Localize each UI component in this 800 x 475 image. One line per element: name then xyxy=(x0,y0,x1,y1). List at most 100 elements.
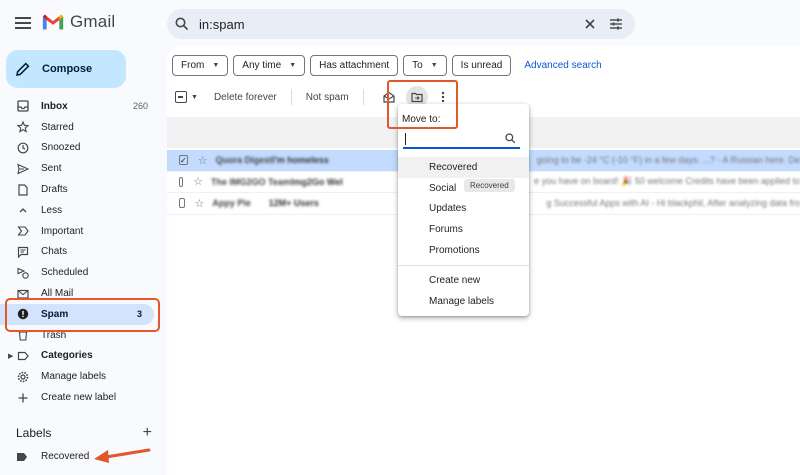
inbox-icon xyxy=(16,99,30,113)
main-menu-button[interactable] xyxy=(12,14,34,34)
star-icon[interactable]: ☆ xyxy=(198,154,208,167)
caret-down-icon: ▼ xyxy=(430,62,438,69)
move-to-search-input[interactable] xyxy=(403,131,520,149)
delete-forever-button[interactable]: Delete forever xyxy=(214,92,277,103)
pencil-icon xyxy=(6,61,40,77)
sidebar-item-label: Drafts xyxy=(41,184,68,196)
sidebar-item-important[interactable]: Important xyxy=(0,221,160,242)
email-subject: 12M+ Users xyxy=(268,198,319,209)
star-icon[interactable]: ☆ xyxy=(193,175,203,188)
filter-to-chip[interactable]: To ▼ xyxy=(403,55,447,76)
star-icon xyxy=(16,120,30,134)
sidebar-item-chats[interactable]: Chats xyxy=(0,242,160,263)
search-bar[interactable]: in:spam xyxy=(167,9,635,39)
caret-down-icon: ▼ xyxy=(212,62,220,69)
filter-from-chip[interactable]: From ▼ xyxy=(172,55,229,76)
manage-labels-item[interactable]: Manage labels xyxy=(398,291,529,312)
send-icon xyxy=(16,162,30,176)
chat-icon xyxy=(16,245,30,259)
email-sender: Quora Digest xyxy=(215,155,273,166)
gmail-logo[interactable]: Gmail xyxy=(42,12,115,32)
scheduled-icon xyxy=(16,266,30,280)
sidebar-item-label: Snoozed xyxy=(41,142,81,154)
draft-icon xyxy=(16,183,30,197)
row-checkbox[interactable] xyxy=(179,198,185,209)
caret-down-icon: ▼ xyxy=(289,62,297,69)
toolbar-divider xyxy=(362,89,364,105)
sidebar-item-starred[interactable]: Starred xyxy=(0,117,160,138)
search-input[interactable]: in:spam xyxy=(197,17,577,32)
add-label-icon[interactable]: + xyxy=(143,424,152,442)
not-spam-button[interactable]: Not spam xyxy=(306,92,349,103)
move-to-item-forums[interactable]: Forums xyxy=(398,219,529,240)
sidebar-item-manage-labels[interactable]: Manage labels xyxy=(0,366,160,387)
chevron-up-icon xyxy=(16,203,30,217)
sidebar-item-categories[interactable]: ▶ Categories xyxy=(0,346,160,367)
toolbar-divider xyxy=(290,89,292,105)
search-icon[interactable] xyxy=(167,9,197,39)
sidebar-item-label: Less xyxy=(41,204,63,216)
clear-search-icon[interactable] xyxy=(577,11,603,37)
annotation-box-move-to xyxy=(387,80,458,129)
sidebar-item-scheduled[interactable]: Scheduled xyxy=(0,262,160,283)
sidebar-item-drafts[interactable]: Drafts xyxy=(0,179,160,200)
search-filter-chips: From ▼ Any time ▼ Has attachment To ▼ Is un… xyxy=(172,55,602,76)
app-name: Gmail xyxy=(70,12,116,31)
email-subject: Img2Go Wel xyxy=(290,176,343,187)
text-cursor xyxy=(405,133,406,145)
select-all-checkbox[interactable] xyxy=(175,91,187,103)
chip-label: To xyxy=(412,60,423,71)
plus-icon xyxy=(16,391,30,405)
compose-label: Compose xyxy=(42,63,93,75)
search-icon xyxy=(505,133,516,144)
sidebar-item-less[interactable]: Less xyxy=(0,200,160,221)
annotation-box-spam xyxy=(5,298,160,332)
sidebar-item-inbox[interactable]: Inbox 260 xyxy=(0,96,160,117)
sidebar-item-label: Categories xyxy=(41,350,93,362)
filter-has-attachment-chip[interactable]: Has attachment xyxy=(310,55,399,76)
move-to-menu: Move to: Recovered Social Updates Forums… xyxy=(398,104,529,316)
row-checkbox[interactable] xyxy=(179,176,184,187)
sidebar-item-label: Inbox xyxy=(41,100,68,112)
sidebar-item-label: Scheduled xyxy=(41,267,89,279)
hover-tooltip: Recovered xyxy=(464,179,515,192)
label-item-label: Recovered xyxy=(41,451,90,462)
caret-right-icon[interactable]: ▶ xyxy=(8,352,13,360)
move-to-item-updates[interactable]: Updates xyxy=(398,199,529,220)
sidebar-nav: Inbox 260 Starred Snoozed Sent Drafts Le… xyxy=(0,96,160,408)
sidebar-item-sent[interactable]: Sent xyxy=(0,158,160,179)
labels-section-header: Labels + xyxy=(16,424,152,442)
sidebar-item-label: Chats xyxy=(41,246,68,258)
chip-label: Has attachment xyxy=(319,60,390,71)
filter-is-unread-chip[interactable]: Is unread xyxy=(451,55,512,76)
label-tag-icon xyxy=(16,452,30,462)
sidebar-item-label: Important xyxy=(41,225,84,237)
email-sender: The IMG2GO Team xyxy=(211,176,291,187)
advanced-search-link[interactable]: Advanced search xyxy=(524,60,601,71)
search-options-icon[interactable] xyxy=(603,11,629,37)
email-sender: Appy Pie xyxy=(212,198,251,209)
compose-button[interactable]: Compose xyxy=(6,50,126,88)
menu-divider xyxy=(398,264,529,266)
filter-any-time-chip[interactable]: Any time ▼ xyxy=(233,55,306,76)
gmail-m-icon xyxy=(42,14,64,30)
sidebar-item-count: 260 xyxy=(132,101,148,112)
annotation-arrow xyxy=(94,448,151,463)
select-dropdown-icon[interactable]: ▼ xyxy=(191,94,198,101)
email-subject: I'm homeless xyxy=(272,155,329,166)
sidebar-item-label: Create new label xyxy=(41,392,117,404)
star-icon[interactable]: ☆ xyxy=(195,197,205,210)
clock-icon xyxy=(16,141,30,155)
sidebar-item-create-new-label[interactable]: Create new label xyxy=(0,387,160,408)
move-to-item-recovered[interactable]: Recovered xyxy=(398,157,529,178)
label-icon xyxy=(16,349,30,363)
sidebar-item-label: Starred xyxy=(41,121,74,133)
important-icon xyxy=(16,224,30,238)
sidebar-item-label: Sent xyxy=(41,163,62,175)
row-checkbox[interactable]: ✓ xyxy=(179,155,188,166)
sidebar-item-snoozed[interactable]: Snoozed xyxy=(0,138,160,159)
label-item-recovered[interactable]: Recovered xyxy=(16,451,89,462)
create-new-label-item[interactable]: Create new xyxy=(398,270,529,291)
chip-label: Any time xyxy=(242,60,282,71)
move-to-item-promotions[interactable]: Promotions xyxy=(398,240,529,261)
